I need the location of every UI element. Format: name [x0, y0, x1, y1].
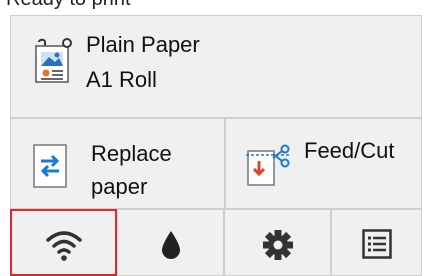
nav-menu-button[interactable] — [331, 209, 422, 276]
feed-cut-button[interactable]: Feed/Cut — [225, 118, 422, 209]
wifi-icon — [46, 231, 82, 261]
feed-cut-label: Feed/Cut — [304, 138, 395, 163]
nav-ink-button[interactable] — [117, 209, 224, 276]
replace-label-line1: Replace — [91, 141, 172, 166]
nav-settings-button[interactable] — [224, 209, 331, 276]
header-strip: Ready to print — [0, 0, 432, 14]
replace-label-line2: paper — [91, 174, 148, 199]
paper-type-label: Plain Paper — [86, 32, 200, 57]
paper-settings-button[interactable]: Plain Paper A1 Roll — [10, 15, 422, 118]
gear-icon — [263, 230, 293, 260]
ink-drop-icon — [162, 231, 180, 259]
replace-paper-button[interactable]: Replace paper — [10, 118, 225, 209]
header-title-partial: Ready to print — [6, 0, 131, 11]
scissors-icon — [246, 144, 290, 186]
list-menu-icon — [362, 229, 392, 259]
paper-roll-icon — [35, 38, 72, 83]
paper-source-label: A1 Roll — [86, 67, 157, 92]
replace-paper-icon — [33, 144, 67, 188]
nav-wifi-button[interactable] — [10, 209, 117, 276]
